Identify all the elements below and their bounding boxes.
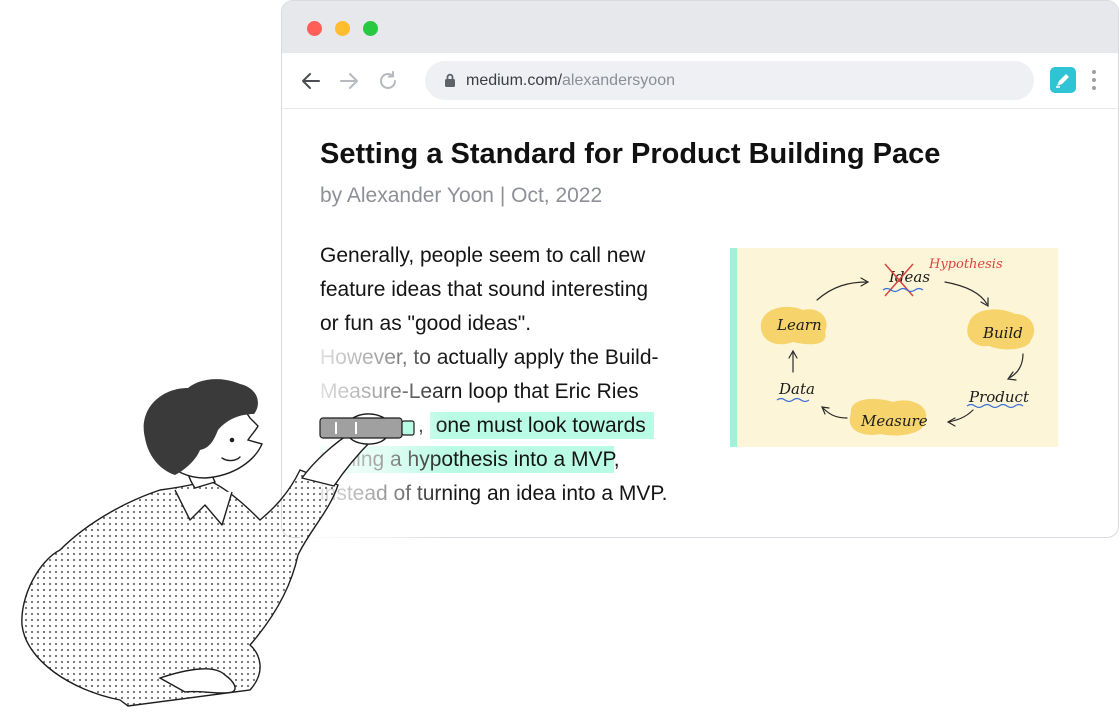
measure-label: Measure — [860, 412, 928, 430]
article-line-2: feature ideas that sound interesting — [320, 278, 649, 301]
url-path: alexandersyoon — [562, 71, 675, 89]
data-label: Data — [778, 380, 815, 398]
data-underline — [776, 397, 810, 403]
build-label: Build — [982, 324, 1023, 342]
build-measure-learn-diagram: Ideas Hypothesis Learn Build Product Mea… — [730, 248, 1058, 447]
forward-arrow-icon — [340, 73, 358, 89]
highlighter-icon — [319, 417, 415, 439]
ideas-label: Ideas — [888, 268, 930, 286]
article-byline: by Alexander Yoon | Oct, 2022 — [320, 184, 603, 207]
reload-button[interactable] — [376, 69, 400, 93]
article-title: Setting a Standard for Product Building … — [320, 138, 941, 170]
shirt — [21, 469, 339, 707]
browser-toolbar: medium.com/alexandersyoon — [282, 53, 1118, 109]
close-window-button[interactable] — [307, 21, 322, 36]
back-button[interactable] — [299, 69, 323, 93]
article-line-1: Generally, people seem to call new — [320, 244, 646, 267]
back-arrow-icon — [302, 73, 320, 89]
forward-button[interactable] — [337, 69, 361, 93]
more-vertical-icon[interactable] — [1088, 67, 1100, 93]
comma-text: , — [613, 448, 620, 471]
person-illustration — [21, 379, 415, 707]
url-domain: medium.com/ — [466, 71, 563, 89]
reload-icon — [380, 71, 396, 89]
hypothesis-label: Hypothesis — [928, 257, 1003, 272]
product-label: Product — [968, 388, 1030, 406]
article-line-3: or fun as "good ideas". — [320, 312, 532, 335]
highlighted-text[interactable]: one must look towards — [429, 412, 654, 439]
title-bar — [282, 1, 1118, 53]
maximize-window-button[interactable] — [363, 21, 378, 36]
eye — [229, 437, 235, 443]
minimize-window-button[interactable] — [335, 21, 350, 36]
highlighter-extension-icon[interactable] — [1050, 67, 1076, 93]
learn-label: Learn — [776, 316, 822, 334]
address-bar[interactable]: medium.com/alexandersyoon — [425, 61, 1034, 100]
lock-icon — [444, 73, 456, 88]
